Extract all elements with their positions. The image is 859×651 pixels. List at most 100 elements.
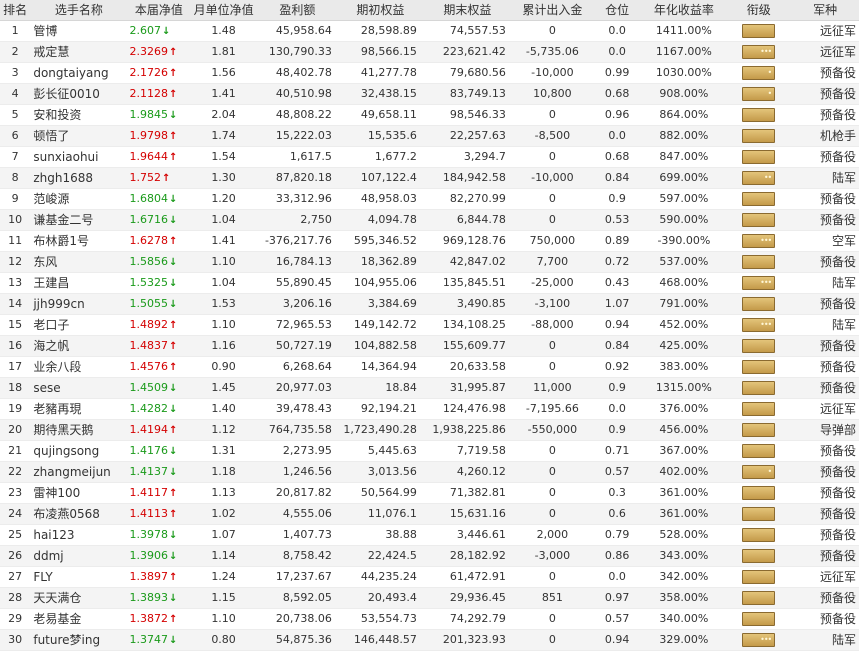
player-name-link[interactable]: zhangmeijun bbox=[30, 461, 128, 483]
player-name-link[interactable]: jjh999cn bbox=[30, 293, 128, 315]
profit-cell: 72,965.53 bbox=[256, 314, 338, 336]
col-flow[interactable]: 累计出入金 bbox=[511, 0, 593, 21]
level-cell bbox=[726, 587, 792, 609]
rank-cell: 2 bbox=[0, 41, 31, 63]
nav-value: 1.4176 bbox=[129, 444, 168, 457]
table-row: 20 期待黑天鹅 1.4194↑ 1.12 764,735.58 1,723,490.28… bbox=[0, 419, 859, 441]
col-profit[interactable]: 盈利额 bbox=[256, 0, 338, 21]
player-name-link[interactable]: 天天满仓 bbox=[30, 587, 128, 609]
rank-cell: 12 bbox=[0, 251, 31, 273]
player-name-link[interactable]: qujingsong bbox=[30, 440, 128, 462]
annual-return-cell: 882.00% bbox=[641, 125, 727, 147]
start-equity-cell: 20,493.4 bbox=[337, 587, 423, 609]
position-cell: 0.53 bbox=[592, 209, 642, 231]
col-monthly[interactable]: 月单位净值 bbox=[190, 0, 257, 21]
player-name-link[interactable]: 期待黑天鹅 bbox=[30, 419, 128, 441]
army-cell: 远征军 bbox=[791, 398, 859, 420]
player-name-link[interactable]: hai123 bbox=[30, 524, 128, 546]
army-cell: 预备役 bbox=[791, 188, 859, 210]
col-position[interactable]: 仓位 bbox=[592, 0, 642, 21]
player-name-link[interactable]: 老口子 bbox=[30, 314, 128, 336]
flow-cell: 0 bbox=[511, 209, 593, 231]
position-cell: 0.6 bbox=[592, 503, 642, 525]
trend-arrow-icon: ↑ bbox=[168, 320, 178, 331]
player-name-link[interactable]: future梦ing bbox=[30, 629, 128, 651]
player-name-link[interactable]: 顿悟了 bbox=[30, 125, 128, 147]
monthly-nav-cell: 1.45 bbox=[190, 377, 257, 399]
rank-insignia-icon bbox=[742, 380, 776, 395]
player-name-link[interactable]: zhgh1688 bbox=[30, 167, 128, 189]
nav-value: 1.4282 bbox=[129, 402, 168, 415]
player-name-link[interactable]: 老豬再現 bbox=[30, 398, 128, 420]
trend-arrow-icon: ↓ bbox=[168, 110, 178, 121]
player-name-link[interactable]: 安和投资 bbox=[30, 104, 128, 126]
annual-return-cell: 367.00% bbox=[641, 440, 727, 462]
nav-value: 1.5856 bbox=[129, 255, 168, 268]
insignia-stars: ••• bbox=[760, 46, 772, 56]
player-name-link[interactable]: 范峻源 bbox=[30, 188, 128, 210]
table-row: 28 天天满仓 1.3893↓ 1.15 8,592.05 20,493.4 29,936.… bbox=[0, 587, 859, 609]
player-name-link[interactable]: FLY bbox=[30, 566, 128, 588]
position-cell: 0.0 bbox=[592, 125, 642, 147]
col-end-equity[interactable]: 期末权益 bbox=[422, 0, 512, 21]
flow-cell: 0 bbox=[511, 629, 593, 651]
rank-cell: 9 bbox=[0, 188, 31, 210]
rank-insignia-icon bbox=[742, 590, 776, 605]
position-cell: 0.68 bbox=[592, 146, 642, 168]
monthly-nav-cell: 1.20 bbox=[190, 188, 257, 210]
trend-arrow-icon: ↓ bbox=[168, 257, 178, 268]
end-equity-cell: 79,680.56 bbox=[422, 62, 512, 84]
level-cell bbox=[726, 356, 792, 378]
player-name-link[interactable]: 管博 bbox=[30, 20, 128, 42]
col-level[interactable]: 衔级 bbox=[726, 0, 792, 21]
player-name-link[interactable]: 海之帆 bbox=[30, 335, 128, 357]
player-name-link[interactable]: dongtaiyang bbox=[30, 62, 128, 84]
table-row: 18 sese 1.4509↓ 1.45 20,977.03 18.84 31,995.87… bbox=[0, 377, 859, 399]
player-name-link[interactable]: 东风 bbox=[30, 251, 128, 273]
player-name-link[interactable]: 老易基金 bbox=[30, 608, 128, 630]
player-name-link[interactable]: 布林爵1号 bbox=[30, 230, 128, 252]
position-cell: 0.71 bbox=[592, 440, 642, 462]
nav-cell: 2.607↓ bbox=[127, 20, 191, 42]
flow-cell: 11,000 bbox=[511, 377, 593, 399]
player-name-link[interactable]: 业余八段 bbox=[30, 356, 128, 378]
monthly-nav-cell: 1.18 bbox=[190, 461, 257, 483]
rank-cell: 24 bbox=[0, 503, 31, 525]
player-name-link[interactable]: sese bbox=[30, 377, 128, 399]
col-name[interactable]: 选手名称 bbox=[30, 0, 128, 21]
nav-value: 2.1128 bbox=[129, 87, 168, 100]
player-name-link[interactable]: 谦基金二号 bbox=[30, 209, 128, 231]
col-army[interactable]: 军种 bbox=[791, 0, 859, 21]
nav-cell: 1.9845↓ bbox=[127, 104, 191, 126]
start-equity-cell: 14,364.94 bbox=[337, 356, 423, 378]
rank-insignia-icon: ••• bbox=[742, 632, 776, 647]
nav-value: 1.3872 bbox=[129, 612, 168, 625]
nav-value: 1.4137 bbox=[129, 465, 168, 478]
player-name-link[interactable]: 彭长征0010 bbox=[30, 83, 128, 105]
nav-cell: 1.6716↓ bbox=[127, 209, 191, 231]
table-row: 9 范峻源 1.6804↓ 1.20 33,312.96 48,958.03 82,270.… bbox=[0, 188, 859, 210]
col-nav[interactable]: 本届净值 bbox=[127, 0, 191, 21]
player-name-link[interactable]: 布凌燕0568 bbox=[30, 503, 128, 525]
start-equity-cell: 98,566.15 bbox=[337, 41, 423, 63]
annual-return-cell: 358.00% bbox=[641, 587, 727, 609]
end-equity-cell: 28,182.92 bbox=[422, 545, 512, 567]
col-start-equity[interactable]: 期初权益 bbox=[337, 0, 423, 21]
start-equity-cell: 50,564.99 bbox=[337, 482, 423, 504]
army-cell: 预备役 bbox=[791, 482, 859, 504]
annual-return-cell: 383.00% bbox=[641, 356, 727, 378]
position-cell: 0.79 bbox=[592, 524, 642, 546]
rank-insignia-icon bbox=[742, 401, 776, 416]
player-name-link[interactable]: 雷神100 bbox=[30, 482, 128, 504]
col-rank[interactable]: 排名 bbox=[0, 0, 31, 21]
player-name-link[interactable]: 王建昌 bbox=[30, 272, 128, 294]
army-cell: 预备役 bbox=[791, 251, 859, 273]
player-name-link[interactable]: sunxiaohui bbox=[30, 146, 128, 168]
col-annual[interactable]: 年化收益率 bbox=[641, 0, 727, 21]
player-name-link[interactable]: ddmj bbox=[30, 545, 128, 567]
nav-value: 2.3269 bbox=[129, 45, 168, 58]
level-cell bbox=[726, 335, 792, 357]
player-name-link[interactable]: 戒定慧 bbox=[30, 41, 128, 63]
nav-value: 1.3978 bbox=[129, 528, 168, 541]
annual-return-cell: 340.00% bbox=[641, 608, 727, 630]
